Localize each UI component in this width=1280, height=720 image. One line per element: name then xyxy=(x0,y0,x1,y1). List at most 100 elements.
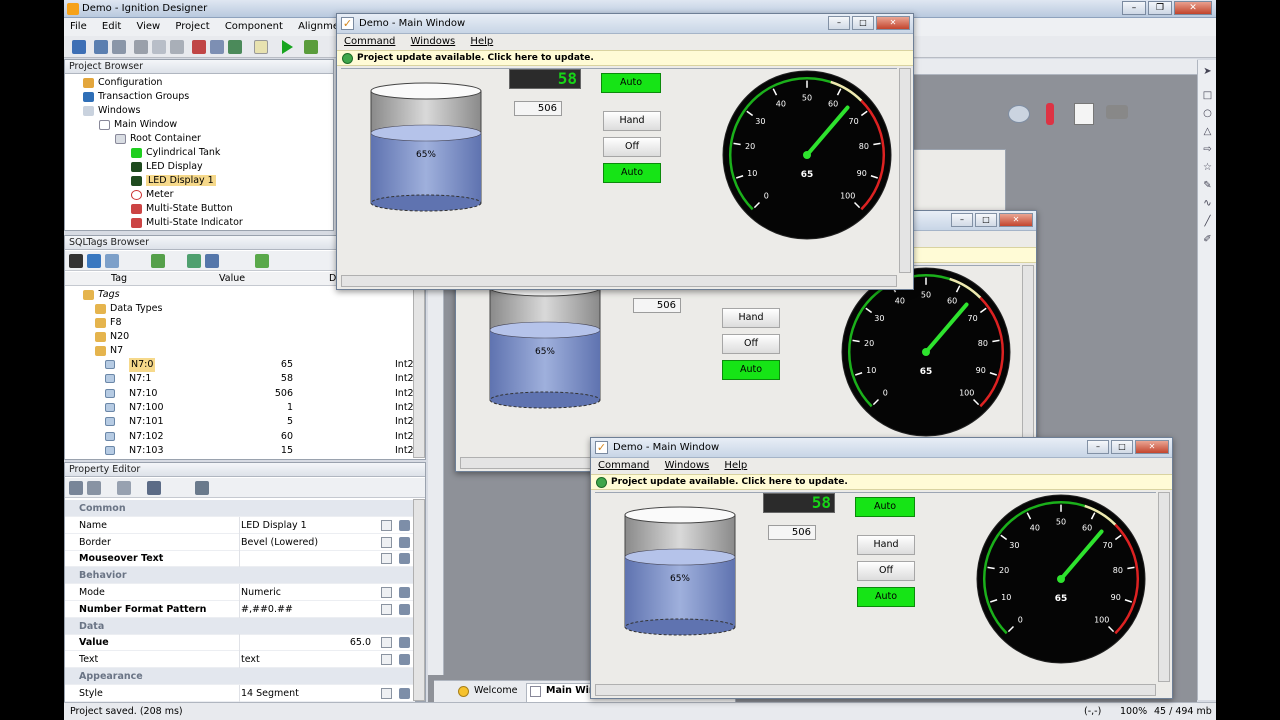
tree-item-multi-state-button[interactable]: Multi-State Button xyxy=(131,202,233,216)
gauge-palette-icon[interactable] xyxy=(1008,105,1030,123)
tree-item-led-display[interactable]: LED Display xyxy=(131,160,203,174)
property-value[interactable]: 65.0 xyxy=(241,634,371,651)
tag-row[interactable]: N7:100 1 Int2 xyxy=(65,401,414,415)
property-category[interactable]: Data xyxy=(65,617,415,635)
minimize-button[interactable]: – xyxy=(1122,1,1146,15)
binding-icon[interactable] xyxy=(381,536,392,548)
menu-help[interactable]: Help xyxy=(470,36,493,47)
close-button[interactable]: ✕ xyxy=(1174,1,1212,15)
menu-component[interactable]: Component xyxy=(225,21,283,32)
minimize-button[interactable]: – xyxy=(1087,440,1109,454)
tree-item-root-container[interactable]: Root Container xyxy=(115,132,201,146)
off-button[interactable]: Off xyxy=(722,334,780,354)
expand-icon[interactable] xyxy=(147,481,161,495)
tree-folder-n20[interactable]: N20 xyxy=(95,330,129,344)
filter-icon[interactable] xyxy=(117,481,131,495)
tag-row[interactable]: N7:10 506 Int2 xyxy=(65,387,414,401)
tag-row[interactable]: N7:101 5 Int2 xyxy=(65,415,414,429)
binding-icon[interactable] xyxy=(381,519,392,531)
db-icon[interactable] xyxy=(105,254,119,268)
client-vscroll[interactable] xyxy=(899,68,911,273)
new-tag-icon[interactable] xyxy=(151,254,165,268)
publish-icon[interactable] xyxy=(94,40,108,54)
categorize-icon[interactable] xyxy=(69,481,83,495)
menu-view[interactable]: View xyxy=(136,21,160,32)
menu-help[interactable]: Help xyxy=(724,460,747,471)
tag-row[interactable]: N7:103 15 Int2 xyxy=(65,444,414,458)
sqltags-scrollbar[interactable] xyxy=(413,288,425,458)
property-category[interactable]: Common xyxy=(65,500,415,517)
tree-item-cylindrical-tank[interactable]: Cylindrical Tank xyxy=(131,146,220,160)
binding-icon[interactable] xyxy=(381,654,392,666)
stop-icon[interactable] xyxy=(192,40,206,54)
property-value[interactable]: #,##0.## xyxy=(241,601,371,618)
save-icon[interactable] xyxy=(72,40,86,54)
preview-play-icon[interactable] xyxy=(282,40,293,54)
property-value[interactable]: text xyxy=(241,651,371,668)
update-notice-text[interactable]: Project update available. Click here to … xyxy=(611,477,848,487)
db-binding-icon[interactable] xyxy=(399,536,410,548)
property-value[interactable]: 14 Segment xyxy=(241,685,371,702)
new-window-icon[interactable] xyxy=(254,40,268,54)
tree-folder-f8[interactable]: F8 xyxy=(95,316,122,330)
tree-item-transaction-groups[interactable]: Transaction Groups xyxy=(83,90,189,104)
property-value[interactable]: LED Display 1 xyxy=(241,517,371,534)
options-icon[interactable] xyxy=(195,481,209,495)
eyedropper-icon[interactable]: ✐ xyxy=(1202,234,1213,245)
client-hscroll[interactable] xyxy=(341,275,897,287)
property-value[interactable]: Numeric xyxy=(241,584,371,601)
camera-palette-icon[interactable] xyxy=(1106,105,1128,119)
hand-button[interactable]: Hand xyxy=(603,111,661,131)
star-icon[interactable]: ☆ xyxy=(1202,162,1213,173)
copy-icon[interactable] xyxy=(152,40,166,54)
rectangle-icon[interactable]: □ xyxy=(1202,90,1213,101)
db-binding-icon[interactable] xyxy=(399,603,410,615)
edit-mode-icon[interactable] xyxy=(210,40,224,54)
close-button[interactable]: ✕ xyxy=(876,16,910,30)
maximize-button[interactable]: □ xyxy=(852,16,874,30)
db-binding-icon[interactable] xyxy=(399,519,410,531)
column-value[interactable]: Value xyxy=(219,272,245,286)
client-vscroll[interactable] xyxy=(1158,492,1170,682)
import-icon[interactable] xyxy=(255,254,269,268)
property-value[interactable]: Bevel (Lowered) xyxy=(241,534,371,551)
maximize-button[interactable]: □ xyxy=(1111,440,1133,454)
binding-icon[interactable] xyxy=(381,603,392,615)
update-notice[interactable]: Project update available. Click here to … xyxy=(591,474,1172,490)
sort-icon[interactable] xyxy=(87,481,101,495)
launch-icon[interactable] xyxy=(304,40,318,54)
binding-icon[interactable] xyxy=(381,587,392,598)
minimize-button[interactable]: – xyxy=(951,213,973,227)
tree-folder-data-types[interactable]: Data Types xyxy=(95,302,162,316)
tree-item-main-window[interactable]: Main Window xyxy=(99,118,177,132)
tag-row[interactable]: N7:1 58 Int2 xyxy=(65,372,414,386)
hand-button[interactable]: Hand xyxy=(722,308,780,328)
maximize-button[interactable]: ❐ xyxy=(1148,1,1172,15)
refresh-icon[interactable] xyxy=(112,40,126,54)
column-tag[interactable]: Tag xyxy=(111,272,127,286)
binding-icon[interactable] xyxy=(381,687,392,699)
binoculars-icon[interactable] xyxy=(69,254,83,268)
update-notice-text[interactable]: Project update available. Click here to … xyxy=(357,53,594,63)
auto-button[interactable]: Auto xyxy=(722,360,780,380)
menu-command[interactable]: Command xyxy=(598,460,649,471)
pencil-icon[interactable]: ✎ xyxy=(1202,180,1213,191)
menu-windows[interactable]: Windows xyxy=(411,36,456,47)
paste-icon[interactable] xyxy=(170,40,184,54)
auto-button[interactable]: Auto xyxy=(603,163,661,183)
binding-icon[interactable] xyxy=(381,553,392,565)
close-button[interactable]: ✕ xyxy=(999,213,1033,227)
tree-item-configuration[interactable]: Configuration xyxy=(83,76,162,90)
db-binding-icon[interactable] xyxy=(399,553,410,565)
triangle-icon[interactable]: △ xyxy=(1202,126,1213,137)
property-scrollbar[interactable] xyxy=(413,499,425,701)
edit-tag-icon[interactable] xyxy=(187,254,201,268)
tag-row[interactable]: N7:102 60 Int2 xyxy=(65,430,414,444)
update-notice[interactable]: Project update available. Click here to … xyxy=(337,50,913,66)
tag-icon[interactable] xyxy=(228,40,242,54)
menu-edit[interactable]: Edit xyxy=(102,21,121,32)
close-button[interactable]: ✕ xyxy=(1135,440,1169,454)
globe-icon[interactable] xyxy=(87,254,101,268)
off-button[interactable]: Off xyxy=(857,561,915,581)
line-icon[interactable]: ╱ xyxy=(1202,216,1213,227)
